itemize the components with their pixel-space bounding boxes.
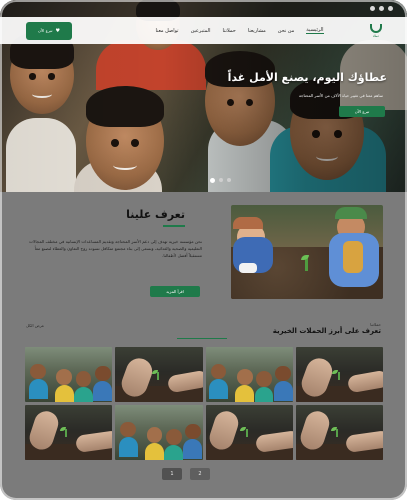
campaigns-pager: 1 2: [162, 468, 210, 480]
nav-item[interactable]: المتبرعين: [191, 28, 211, 34]
pager-item[interactable]: 2: [190, 468, 210, 480]
campaign-card[interactable]: [205, 405, 293, 460]
campaign-card[interactable]: [115, 347, 203, 402]
hero-subtitle: ساهم معنا في تغيير حياة الآلاف من الأسر …: [298, 93, 383, 98]
slider-dot[interactable]: [219, 178, 223, 182]
logo-mark-icon: [369, 23, 382, 33]
campaign-card[interactable]: [295, 347, 383, 402]
social-icon[interactable]: [388, 6, 393, 11]
nav-item-home[interactable]: الرئيسية: [306, 27, 324, 34]
about-text: نحن مؤسسة خيرية تهدف إلى دعم الأسر المحت…: [29, 239, 202, 258]
slider-dot[interactable]: [227, 178, 231, 182]
about-read-more-button[interactable]: اقرأ المزيد: [150, 286, 200, 297]
campaigns-grid: [25, 347, 383, 460]
nav-item[interactable]: تواصل معنا: [155, 28, 178, 34]
pager-item[interactable]: 1: [162, 468, 182, 480]
campaign-card[interactable]: [115, 405, 203, 460]
about-title: تعرف علينا: [126, 208, 185, 221]
nav-links: تواصل معنا المتبرعين حملاتنا مشاريعنا من…: [155, 27, 324, 34]
nav-item[interactable]: حملاتنا: [222, 28, 235, 34]
slider-dot[interactable]: [210, 178, 215, 183]
campaigns-title-underline: [177, 338, 227, 339]
view-all-link[interactable]: عرض الكل: [26, 323, 44, 328]
hero-title: عطاؤك اليوم، يصنع الأمل غداً: [227, 71, 387, 84]
campaign-card[interactable]: [205, 347, 293, 402]
campaign-card[interactable]: [25, 347, 113, 402]
donate-button[interactable]: تبرع الآن ♥: [26, 21, 72, 40]
about-title-underline: [163, 225, 185, 227]
social-icon[interactable]: [379, 6, 384, 11]
top-strip: [0, 0, 407, 17]
logo[interactable]: عطاء: [367, 22, 385, 40]
about-image: [231, 205, 383, 299]
page: عطاؤك اليوم، يصنع الأمل غداً ساهم معنا ف…: [0, 0, 407, 500]
hero-slider-dots: [210, 178, 231, 183]
heart-icon: ♥: [55, 27, 60, 34]
campaign-card[interactable]: [295, 405, 383, 460]
logo-text: عطاء: [372, 33, 380, 38]
nav-item[interactable]: مشاريعنا: [248, 28, 266, 34]
donate-label: تبرع الآن: [38, 28, 53, 33]
hero-cta-button[interactable]: تبرع الآن: [339, 106, 385, 117]
navbar: تبرع الآن ♥ تواصل معنا المتبرعين حملاتنا…: [0, 17, 407, 44]
campaigns-title: تعرف على أبرز الحملات الخيرية: [272, 327, 381, 335]
campaign-card[interactable]: [25, 405, 113, 460]
social-icon[interactable]: [370, 6, 375, 11]
nav-item[interactable]: من نحن: [278, 28, 295, 34]
